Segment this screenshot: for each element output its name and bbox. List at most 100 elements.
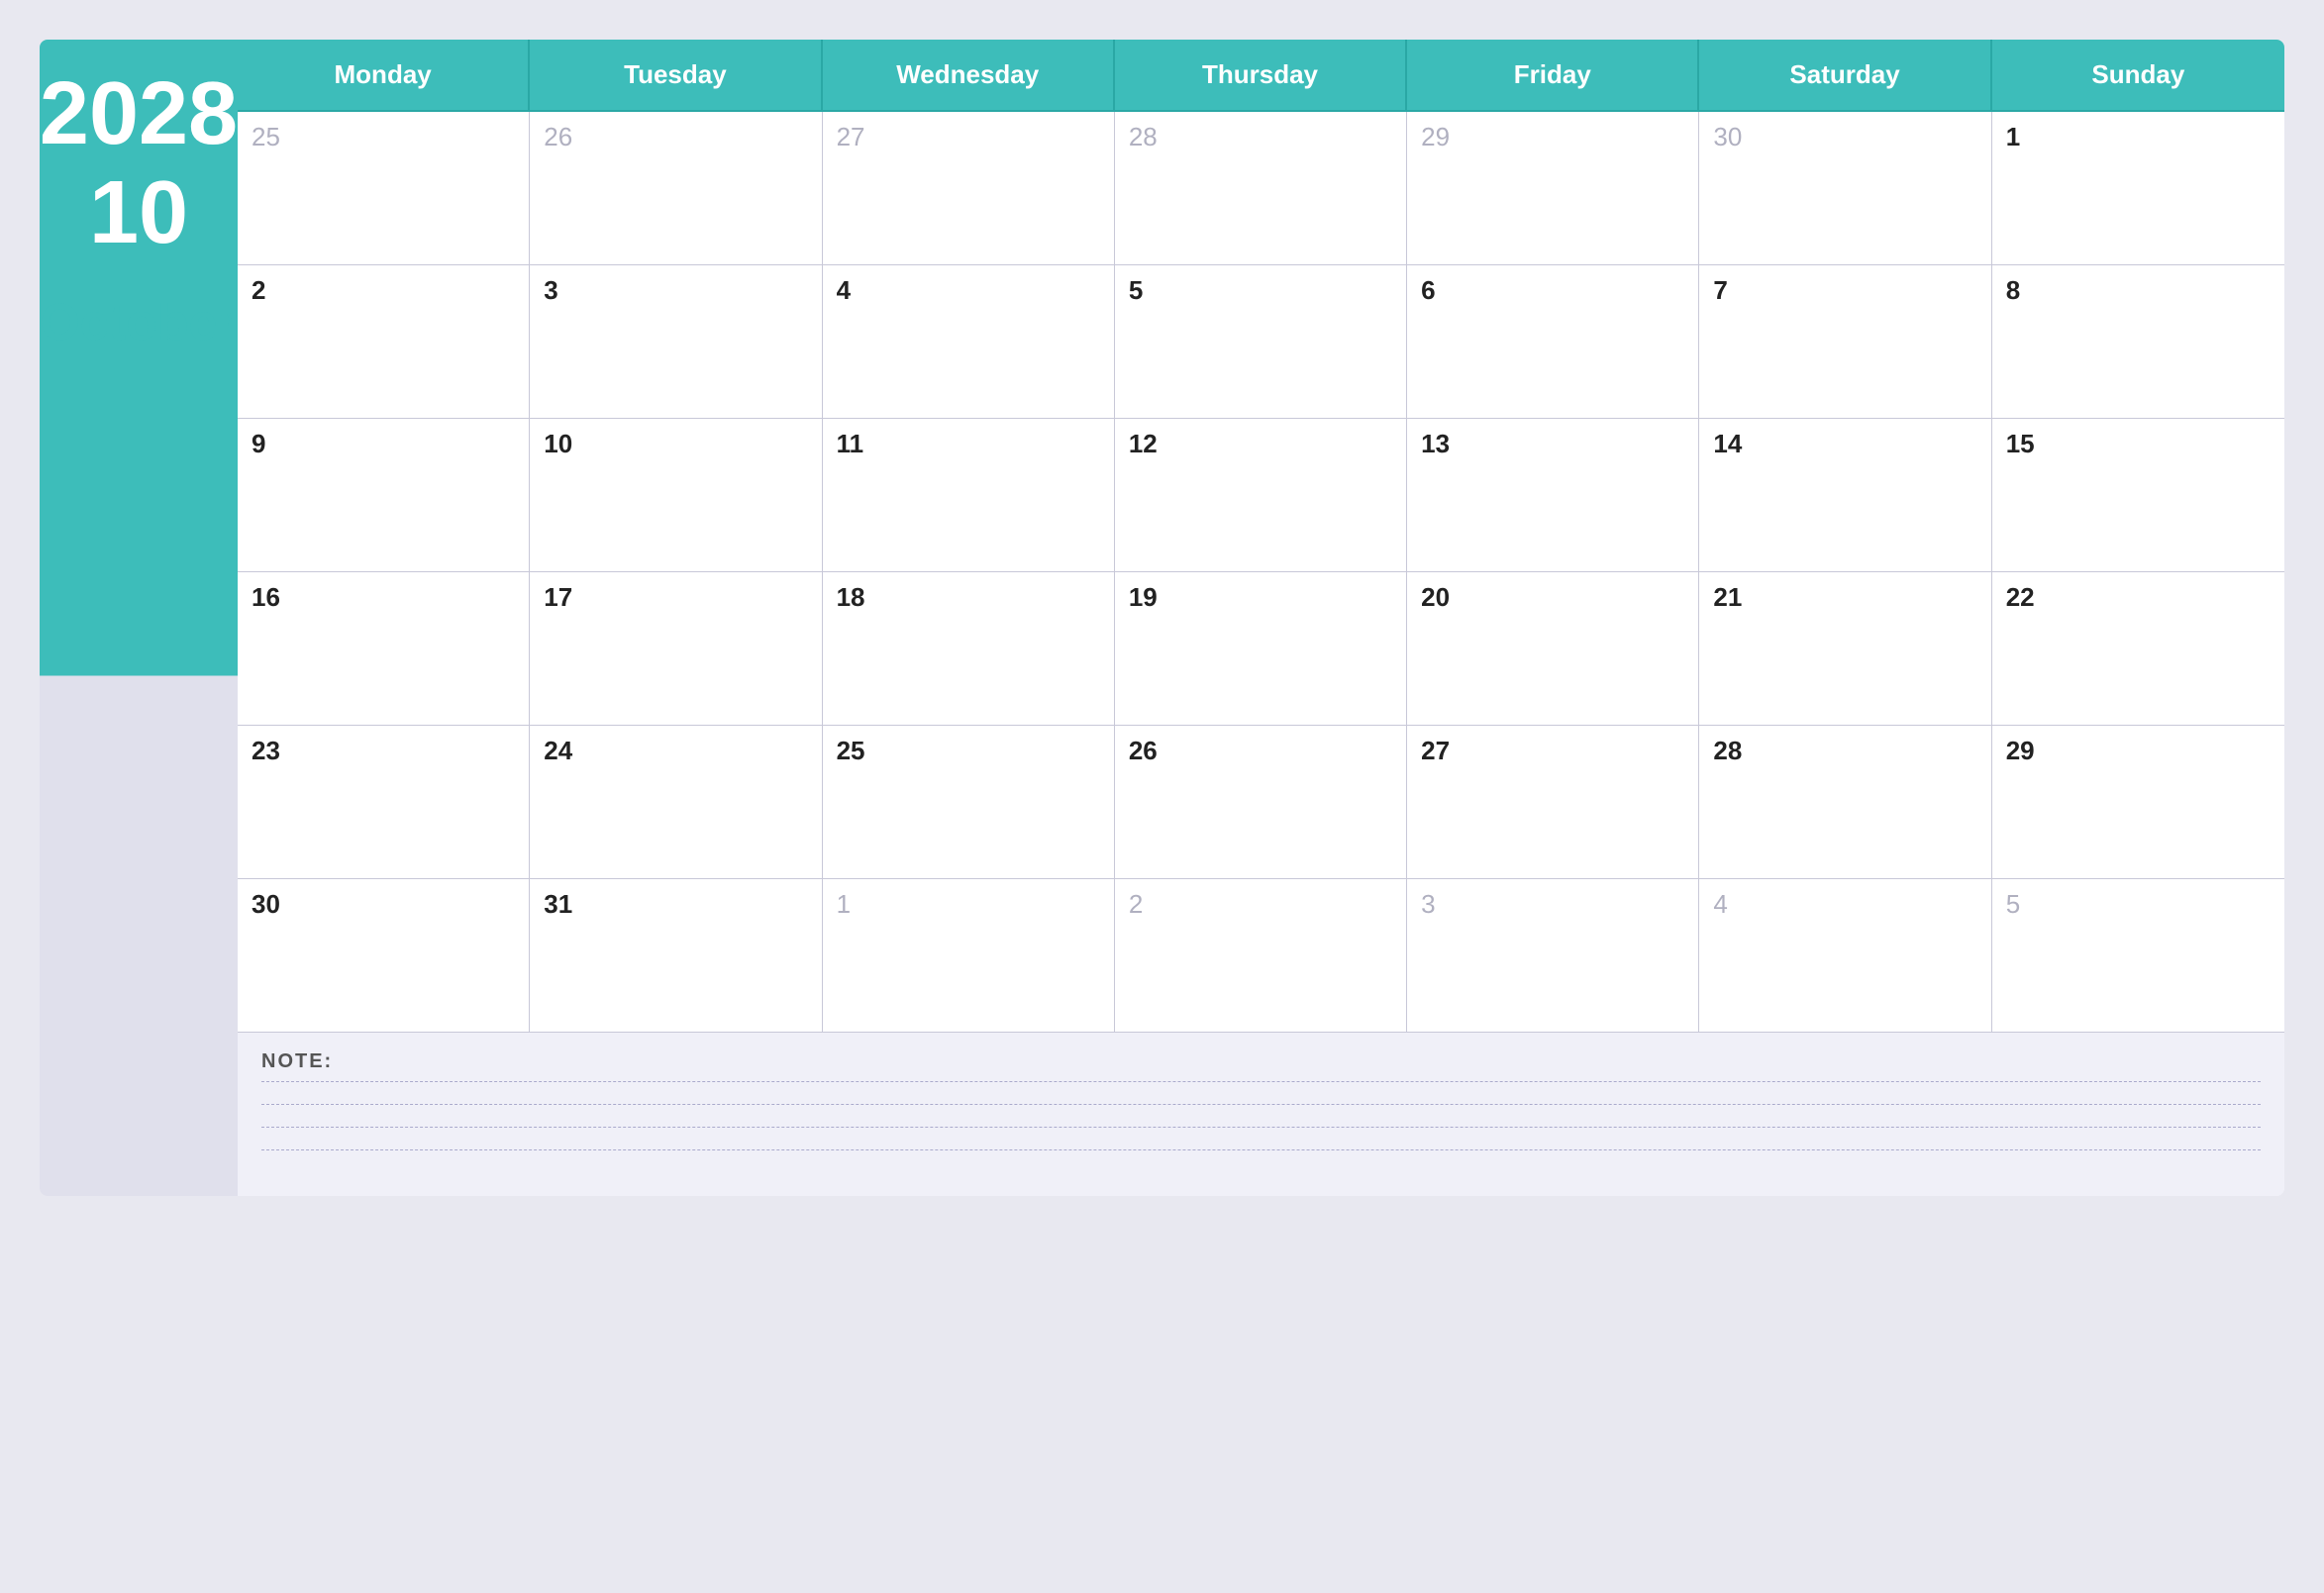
day-number: 22: [2006, 582, 2271, 613]
day-cell[interactable]: 24: [530, 726, 822, 879]
month-number-label: 10: [89, 168, 188, 257]
day-cell[interactable]: 19: [1115, 572, 1407, 726]
day-number: 17: [544, 582, 807, 613]
day-cell[interactable]: 1: [1992, 112, 2284, 265]
day-number: 27: [1421, 736, 1684, 766]
day-number: 4: [837, 275, 1100, 306]
day-number: 20: [1421, 582, 1684, 613]
day-cell[interactable]: 31: [530, 879, 822, 1033]
day-cell[interactable]: 9: [238, 419, 530, 572]
day-number: 1: [2006, 122, 2271, 152]
day-cell[interactable]: 17: [530, 572, 822, 726]
day-cell[interactable]: 13: [1407, 419, 1699, 572]
day-number: 18: [837, 582, 1100, 613]
day-number: 10: [544, 429, 807, 459]
header-cell-tuesday: Tuesday: [530, 40, 822, 112]
day-number: 31: [544, 889, 807, 920]
calendar-grid: 2526272829301234567891011121314151617181…: [238, 112, 2284, 1033]
day-number: 16: [252, 582, 515, 613]
day-number: 3: [544, 275, 807, 306]
day-cell[interactable]: 25: [238, 112, 530, 265]
day-cell[interactable]: 4: [823, 265, 1115, 419]
day-number: 12: [1129, 429, 1392, 459]
day-number: 28: [1129, 122, 1392, 152]
day-number: 26: [544, 122, 807, 152]
notes-line: [261, 1081, 2261, 1082]
day-cell[interactable]: 10: [530, 419, 822, 572]
month-name-label: October: [40, 297, 237, 348]
day-cell[interactable]: 28: [1115, 112, 1407, 265]
notes-section: NOTE:: [238, 1033, 2284, 1196]
notes-line: [261, 1127, 2261, 1128]
day-number: 8: [2006, 275, 2271, 306]
day-cell[interactable]: 25: [823, 726, 1115, 879]
day-number: 5: [1129, 275, 1392, 306]
day-cell[interactable]: 8: [1992, 265, 2284, 419]
day-number: 25: [252, 122, 515, 152]
day-cell[interactable]: 1: [823, 879, 1115, 1033]
day-cell[interactable]: 2: [1115, 879, 1407, 1033]
day-number: 2: [1129, 889, 1392, 920]
day-number: 13: [1421, 429, 1684, 459]
day-cell[interactable]: 27: [1407, 726, 1699, 879]
day-number: 5: [2006, 889, 2271, 920]
day-cell[interactable]: 26: [1115, 726, 1407, 879]
day-number: 15: [2006, 429, 2271, 459]
day-cell[interactable]: 16: [238, 572, 530, 726]
header-cell-monday: Monday: [238, 40, 530, 112]
header-cell-sunday: Sunday: [1992, 40, 2284, 112]
day-number: 30: [1713, 122, 1976, 152]
day-number: 6: [1421, 275, 1684, 306]
day-cell[interactable]: 28: [1699, 726, 1991, 879]
notes-line: [261, 1104, 2261, 1105]
day-number: 29: [2006, 736, 2271, 766]
day-cell[interactable]: 21: [1699, 572, 1991, 726]
sidebar: 2028 10 October: [40, 40, 238, 1196]
day-number: 26: [1129, 736, 1392, 766]
day-cell[interactable]: 12: [1115, 419, 1407, 572]
day-cell[interactable]: 22: [1992, 572, 2284, 726]
day-number: 29: [1421, 122, 1684, 152]
header-cell-saturday: Saturday: [1699, 40, 1991, 112]
day-number: 4: [1713, 889, 1976, 920]
day-number: 27: [837, 122, 1100, 152]
day-cell[interactable]: 20: [1407, 572, 1699, 726]
notes-label: NOTE:: [261, 1050, 2261, 1073]
day-number: 1: [837, 889, 1100, 920]
day-cell[interactable]: 29: [1992, 726, 2284, 879]
day-cell[interactable]: 4: [1699, 879, 1991, 1033]
day-number: 14: [1713, 429, 1976, 459]
year-label: 2028: [40, 69, 238, 158]
day-cell[interactable]: 18: [823, 572, 1115, 726]
day-cell[interactable]: 11: [823, 419, 1115, 572]
calendar-main: MondayTuesdayWednesdayThursdayFridaySatu…: [238, 40, 2284, 1196]
day-cell[interactable]: 26: [530, 112, 822, 265]
day-number: 11: [837, 429, 1100, 459]
day-number: 28: [1713, 736, 1976, 766]
day-cell[interactable]: 7: [1699, 265, 1991, 419]
day-cell[interactable]: 30: [238, 879, 530, 1033]
header-cell-thursday: Thursday: [1115, 40, 1407, 112]
day-cell[interactable]: 15: [1992, 419, 2284, 572]
day-number: 30: [252, 889, 515, 920]
day-cell[interactable]: 30: [1699, 112, 1991, 265]
day-cell[interactable]: 23: [238, 726, 530, 879]
day-cell[interactable]: 2: [238, 265, 530, 419]
day-number: 23: [252, 736, 515, 766]
day-cell[interactable]: 29: [1407, 112, 1699, 265]
day-cell[interactable]: 3: [530, 265, 822, 419]
day-number: 7: [1713, 275, 1976, 306]
day-cell[interactable]: 5: [1992, 879, 2284, 1033]
day-cell[interactable]: 6: [1407, 265, 1699, 419]
calendar-header: MondayTuesdayWednesdayThursdayFridaySatu…: [238, 40, 2284, 112]
day-cell[interactable]: 5: [1115, 265, 1407, 419]
day-cell[interactable]: 3: [1407, 879, 1699, 1033]
day-number: 2: [252, 275, 515, 306]
day-cell[interactable]: 14: [1699, 419, 1991, 572]
header-cell-friday: Friday: [1407, 40, 1699, 112]
day-cell[interactable]: 27: [823, 112, 1115, 265]
day-number: 24: [544, 736, 807, 766]
day-number: 19: [1129, 582, 1392, 613]
day-number: 9: [252, 429, 515, 459]
notes-line: [261, 1149, 2261, 1150]
